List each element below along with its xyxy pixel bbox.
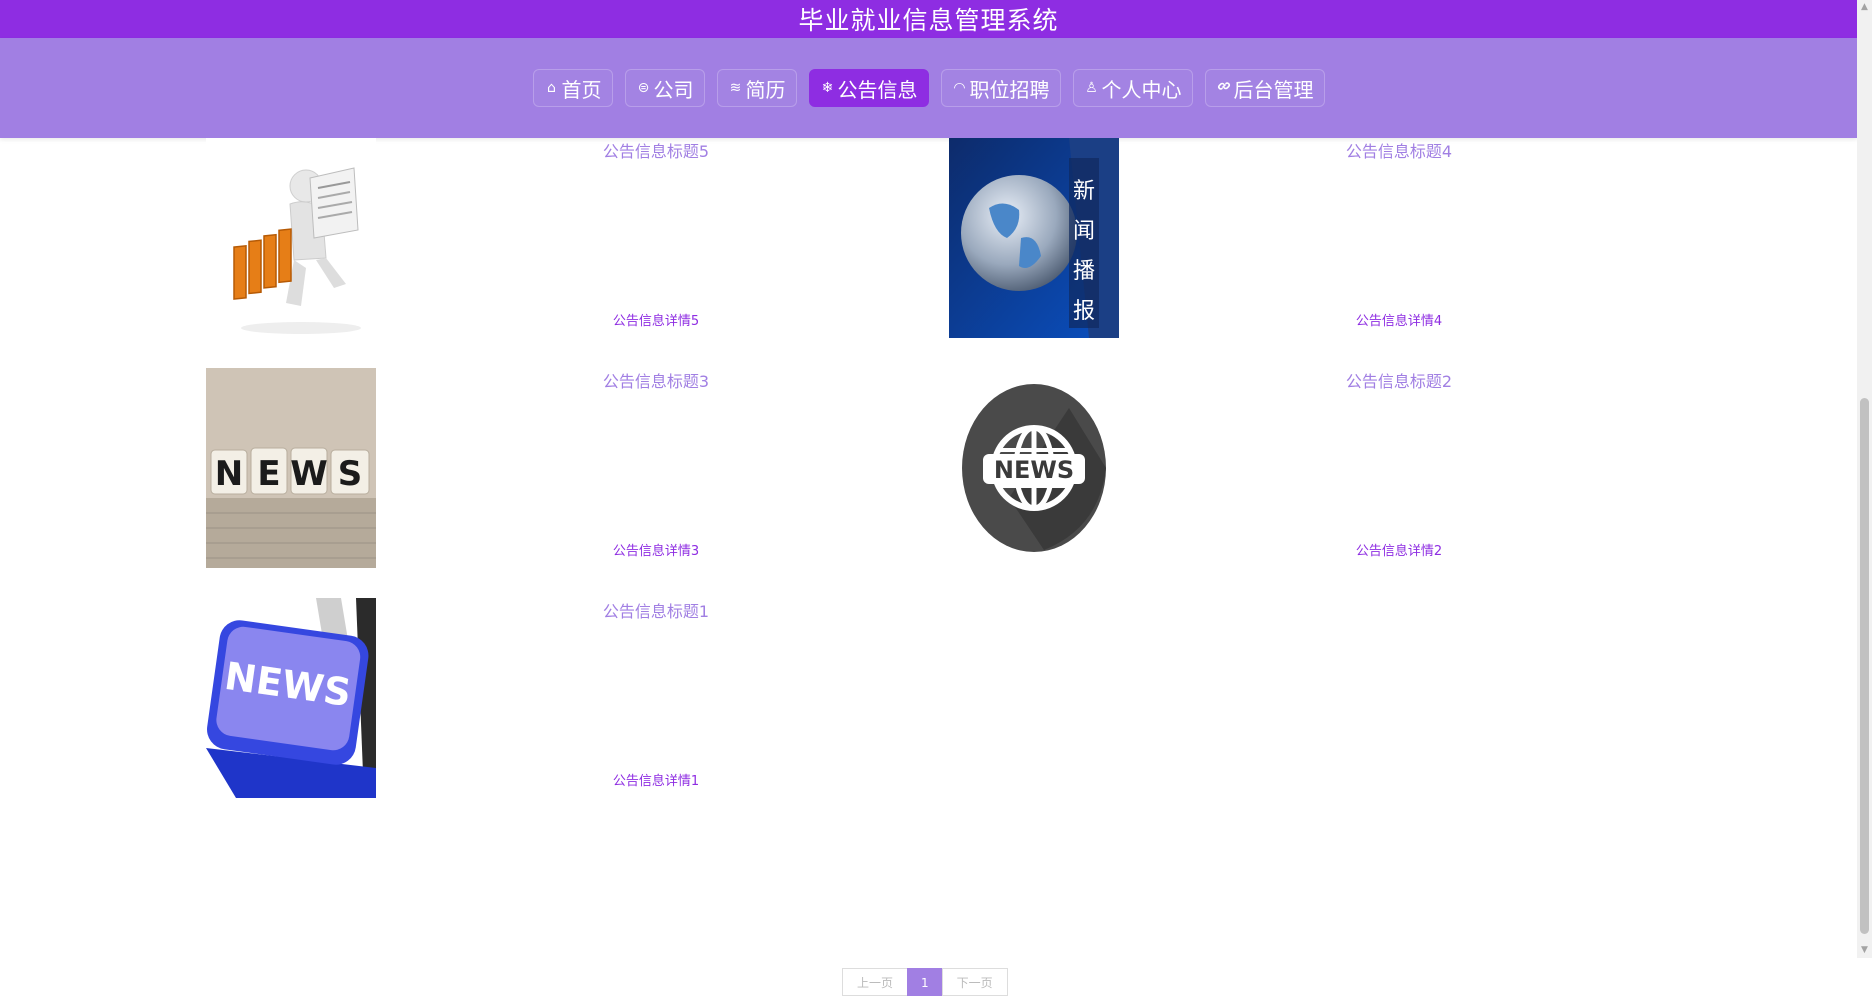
nav-label: 公告信息 [837,77,918,102]
news-key-image[interactable]: NEWS [206,598,376,798]
pagination: 上一页 1 下一页 [842,968,1008,996]
notice-title[interactable]: 公告信息标题1 [386,598,926,622]
nav-company[interactable]: ⊜ 公司 [624,69,705,107]
notice-title[interactable]: 公告信息标题5 [386,138,926,162]
news-reader-image[interactable] [206,138,376,338]
notice-title[interactable]: 公告信息标题2 [1129,368,1669,392]
notice-detail-link[interactable]: 公告信息详情2 [1129,540,1669,559]
notice-detail-link[interactable]: 公告信息详情1 [386,770,926,789]
svg-text:NEWS: NEWS [994,456,1074,484]
notice-detail-link[interactable]: 公告信息详情3 [386,540,926,559]
svg-text:S: S [338,454,363,494]
notice-card: 公告信息标题5 公告信息详情5 [206,138,936,338]
scrollbar-thumb[interactable] [1860,398,1869,934]
globe-news-image[interactable]: 新 闻 播 报 [949,138,1119,338]
svg-text:报: 报 [1073,299,1095,324]
news-globe-icon-image[interactable]: NEWS [949,368,1119,568]
prev-page-button[interactable]: 上一页 [842,968,909,996]
nav-jobs[interactable]: ◠ 职位招聘 [940,69,1061,107]
scroll-up-icon[interactable]: ▲ [1857,0,1872,15]
svg-text:播: 播 [1073,259,1095,284]
nav-label: 职位招聘 [969,77,1050,102]
svg-text:W: W [290,454,328,494]
news-blocks-image[interactable]: NEWS [206,368,376,568]
app-title: 毕业就业信息管理系统 [798,6,1059,35]
user-icon: ♙ [1085,80,1098,96]
nav-resume[interactable]: ≋ 简历 [716,69,797,107]
notice-card: NEWS 公告信息标题3 公告信息详情3 [206,368,936,568]
scroll-down-icon[interactable]: ▼ [1857,943,1872,958]
layers-icon: ≋ [729,80,742,96]
next-page-button[interactable]: 下一页 [941,968,1008,996]
page-1-button[interactable]: 1 [907,968,943,996]
svg-text:闻: 闻 [1073,219,1095,244]
notice-detail-link[interactable]: 公告信息详情5 [386,310,926,329]
nav-home[interactable]: ⌂ 首页 [532,69,613,107]
nav-notices[interactable]: ❄ 公告信息 [808,69,929,107]
vertical-scrollbar[interactable]: ▲ ▼ [1857,0,1872,958]
nav-label: 简历 [745,77,786,102]
briefcase-icon: ◠ [953,80,966,96]
main-nav: ⌂ 首页 ⊜ 公司 ≋ 简历 ❄ 公告信息 ◠ 职位招聘 ♙ 个人中心 后台管理 [0,38,1857,138]
notice-title[interactable]: 公告信息标题4 [1129,138,1669,162]
nav-profile[interactable]: ♙ 个人中心 [1072,69,1193,107]
nav-label: 首页 [561,77,602,102]
notice-detail-link[interactable]: 公告信息详情4 [1129,310,1669,329]
nav-label: 公司 [653,77,694,102]
notice-card: NEWS 公告信息标题2 公告信息详情2 [949,368,1679,568]
link-icon [1216,79,1232,97]
nav-label: 个人中心 [1101,77,1182,102]
notice-card: 新 闻 播 报 公告信息标题4 公告信息详情4 [949,138,1679,338]
notice-card: NEWS 公告信息标题1 公告信息详情1 [206,598,936,798]
home-icon: ⌂ [547,80,556,96]
nav-admin[interactable]: 后台管理 [1204,69,1325,107]
svg-text:E: E [257,454,280,494]
app-header: 毕业就业信息管理系统 [0,0,1857,38]
notice-list: 公告信息标题5 公告信息详情5 新 闻 播 报 公告信息标题4 公告信息详情4 … [0,138,1857,996]
nav-label: 后台管理 [1233,77,1314,102]
svg-text:新: 新 [1073,179,1095,204]
notice-title[interactable]: 公告信息标题3 [386,368,926,392]
company-icon: ⊜ [637,80,650,96]
snowflake-icon: ❄ [821,80,834,96]
svg-text:N: N [215,454,243,494]
